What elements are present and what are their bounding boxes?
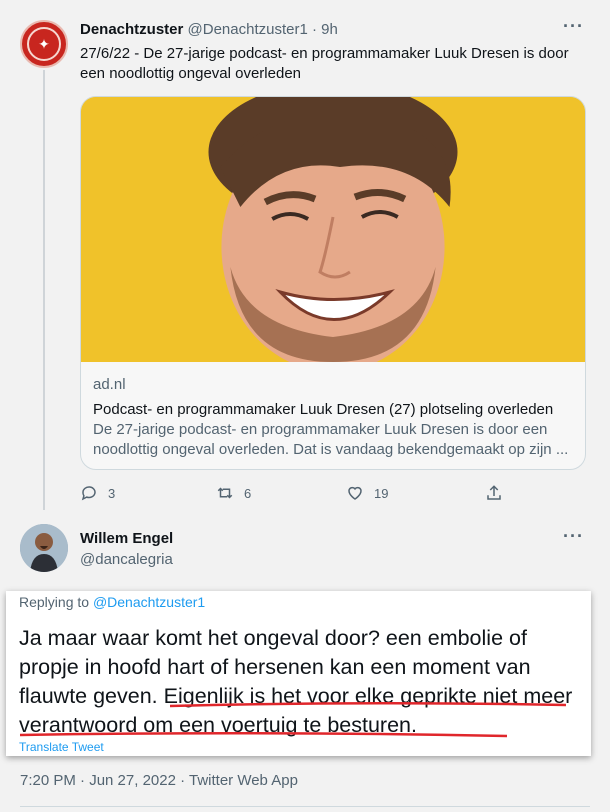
- replying-to: Replying to @Denachtzuster1: [19, 594, 205, 610]
- card-description: De 27-jarige podcast- en programmamaker …: [93, 421, 569, 458]
- tweet2-display-name[interactable]: Willem Engel: [80, 530, 173, 547]
- retweet-icon: [217, 487, 233, 499]
- tweet2-more-icon[interactable]: ···: [563, 526, 584, 547]
- share-icon: [487, 485, 501, 500]
- retweet-count: 6: [244, 485, 252, 501]
- like-icon: [348, 486, 362, 500]
- tweet2-timestamp[interactable]: 7:20 PM · Jun 27, 2022 · Twitter Web App: [20, 772, 298, 789]
- retweet-button[interactable]: 6: [216, 484, 251, 502]
- card-body: ad.nl Podcast- en programmamaker Luuk Dr…: [93, 375, 575, 460]
- card-image: [81, 97, 585, 362]
- link-card[interactable]: ad.nl Podcast- en programmamaker Luuk Dr…: [80, 96, 586, 470]
- tweet1-actions: 3 6 19: [80, 484, 510, 504]
- avatar-willem-engel[interactable]: [20, 524, 68, 572]
- reply-icon: [81, 486, 96, 501]
- tweet1-more-icon[interactable]: ···: [563, 16, 584, 37]
- tweet1-handle[interactable]: @Denachtzuster1: [188, 21, 308, 38]
- thread-connector-line: [43, 70, 45, 510]
- like-count: 19: [374, 485, 389, 501]
- divider: [20, 806, 590, 807]
- tweet2-text: Ja maar waar komt het ongeval door? een …: [19, 624, 579, 740]
- avatar-denachtzuster[interactable]: ✦: [20, 20, 68, 68]
- card-domain: ad.nl: [93, 376, 126, 393]
- translate-tweet-link[interactable]: Translate Tweet: [19, 740, 104, 754]
- tweet1-display-name[interactable]: Denachtzuster: [80, 21, 183, 38]
- tweet1-header: Denachtzuster @Denachtzuster1 · 9h: [80, 21, 338, 38]
- tweet1-time[interactable]: · 9h: [312, 21, 338, 38]
- reply-count: 3: [108, 485, 116, 501]
- logo-icon: ✦: [27, 27, 61, 61]
- card-title: Podcast- en programmamaker Luuk Dresen (…: [93, 401, 554, 418]
- tweet1-text: 27/6/22 - De 27-jarige podcast- en progr…: [80, 45, 569, 82]
- reply-button[interactable]: 3: [80, 484, 115, 502]
- share-button[interactable]: [485, 484, 513, 502]
- tweet2-handle[interactable]: @dancalegria: [80, 551, 173, 568]
- replying-prefix: Replying to: [19, 594, 93, 610]
- like-button[interactable]: 19: [346, 484, 388, 502]
- replying-mention[interactable]: @Denachtzuster1: [93, 594, 205, 610]
